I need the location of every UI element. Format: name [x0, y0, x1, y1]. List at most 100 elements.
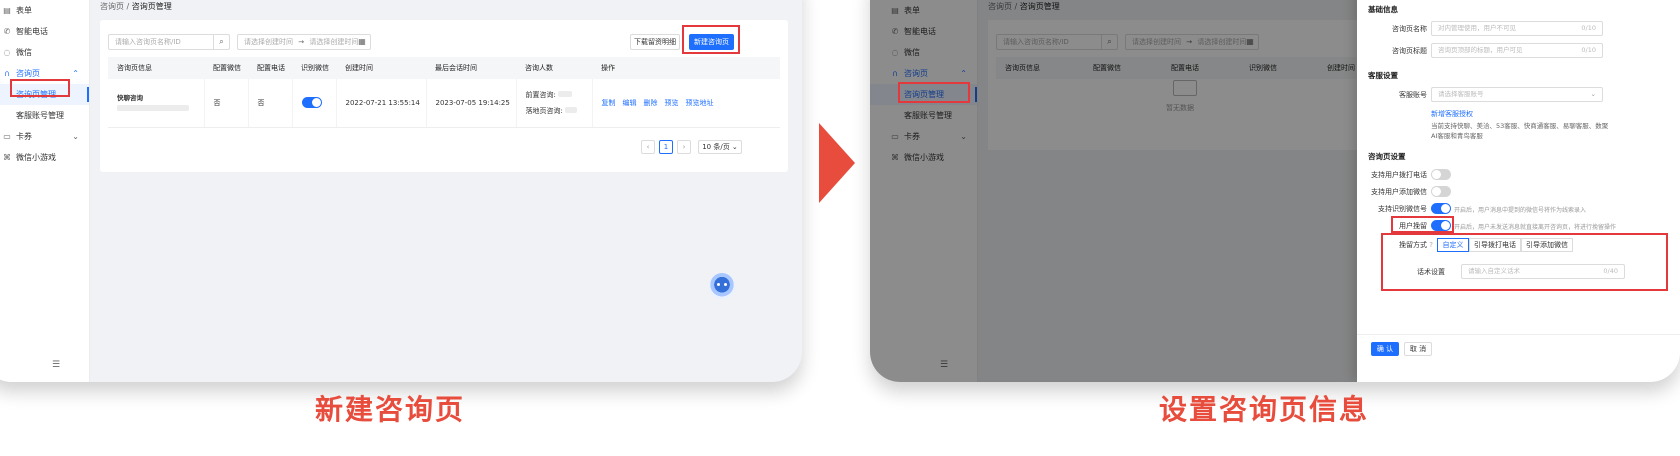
table-header-row: 咨询页信息 配置微信 配置电话 识别微信 创建时间 最后会话时间 咨询人数 操作: [108, 57, 780, 79]
table-header: 最后会话时间: [426, 57, 516, 79]
user-retention-toggle[interactable]: [1431, 220, 1451, 231]
card-icon: ▭: [3, 132, 11, 141]
add-service-auth-link[interactable]: 新增客服授权: [1431, 109, 1473, 119]
sidebar-item-consult[interactable]: ∩ 咨询页 ⌃: [0, 63, 89, 84]
table-header: 咨询页信息: [108, 57, 204, 79]
create-consult-page-button[interactable]: 新建咨询页: [689, 34, 734, 50]
page-title-input[interactable]: 咨询页顶部的标题，用户可见 0/10: [1431, 43, 1603, 58]
next-page-button[interactable]: ›: [677, 140, 691, 154]
sidebar-item-service-accounts[interactable]: 客服账号管理: [0, 105, 89, 126]
date-start-placeholder: 请选择创建时间: [244, 38, 293, 46]
chevron-up-icon: ⌃: [72, 69, 79, 78]
calendar-icon: ▦: [358, 37, 366, 46]
blurred-id: [117, 105, 189, 112]
table-header: 识别微信: [292, 57, 336, 79]
page-size-select[interactable]: 10 条/页 ⌄: [698, 140, 742, 154]
phone-icon: ✆: [3, 27, 11, 36]
char-count: 0/10: [1581, 24, 1596, 32]
download-records-button[interactable]: 下载留资明细: [630, 34, 680, 50]
settings-drawer: 基础信息 咨询页名称 对内管理使用，用户不可见 0/10 咨询页标题 咨询页顶部的…: [1357, 0, 1680, 382]
breadcrumb-root[interactable]: 咨询页: [100, 2, 124, 11]
custom-script-placeholder: 请输入自定义话术: [1468, 267, 1520, 275]
screenshot-create-page: ▤ 表单 ✆ 智能电话 ◌ 微信 ∩ 咨询页 ⌃ 咨询页管理 客服账号管理 ▭ 卡券 ⌄ ⌘ 微…: [0, 0, 802, 382]
table-row: 快聊咨询 否 否 2022-07-21 13:55:14 2023-07-05 …: [108, 79, 780, 128]
recognize-wechat-label: 支持识别微信号: [1378, 205, 1427, 213]
table-header: 配置微信: [204, 57, 248, 79]
consult-settings-title: 咨询页设置: [1368, 152, 1406, 161]
wechat-config-cell: 否: [204, 79, 249, 128]
edit-link[interactable]: 编辑: [623, 99, 637, 107]
search-icon[interactable]: ⌕: [213, 35, 229, 49]
date-range-picker[interactable]: 请选择创建时间 → 请选择创建时间 ▦: [237, 34, 371, 50]
retention-mode-custom[interactable]: 自定义: [1437, 238, 1469, 252]
retention-mode-add-wechat[interactable]: 引导添加微信: [1521, 238, 1573, 252]
user-retention-label: 用户挽留: [1399, 222, 1427, 230]
main-area: 咨询页 / 咨询页管理 请输入咨询页名称/ID ⌕ 请选择创建时间 → 请选择创建…: [90, 0, 802, 382]
recognize-wechat-toggle[interactable]: [1431, 203, 1451, 214]
service-account-select[interactable]: 请选择客服账号 ⌄: [1431, 87, 1603, 102]
sidebar-item-label: 客服账号管理: [16, 111, 64, 120]
front-consult-label: 前置咨询:: [525, 90, 556, 99]
allow-call-toggle[interactable]: [1431, 169, 1451, 180]
game-icon: ⌘: [3, 153, 11, 162]
search-input[interactable]: 请输入咨询页名称/ID ⌕: [108, 34, 230, 50]
actions-cell: 复制 编辑 删除 预览 预览地址: [592, 79, 780, 128]
consult-page-table: 咨询页信息 配置微信 配置电话 识别微信 创建时间 最后会话时间 咨询人数 操作: [108, 57, 780, 128]
headset-icon: ∩: [4, 69, 10, 78]
service-support-note: 当前支持快聊、美洽、53客服、快商通客服、易聊客服、数聚AI客服和青鸟客服: [1431, 122, 1609, 140]
last-session-cell: 2023-07-05 19:14:25: [426, 79, 517, 128]
help-icon[interactable]: ?: [1429, 241, 1433, 249]
created-time-cell: 2022-07-21 13:55:14: [336, 79, 427, 128]
caption-configure-page: 设置咨询页信息: [1159, 393, 1370, 426]
allow-add-wechat-label: 支持用户添加微信: [1371, 188, 1427, 196]
page-name: 快聊咨询: [117, 94, 143, 103]
date-range-arrow: →: [298, 38, 305, 46]
service-settings-title: 客服设置: [1368, 71, 1398, 80]
sidebar-item-label: 智能电话: [16, 27, 48, 36]
recognize-wechat-hint: 开启后，用户消息中提到的微信号将作为线索录入: [1454, 207, 1587, 214]
tutorial-canvas: ▤ 表单 ✆ 智能电话 ◌ 微信 ∩ 咨询页 ⌃ 咨询页管理 客服账号管理 ▭ 卡券 ⌄ ⌘ 微…: [0, 0, 1680, 456]
custom-script-input[interactable]: 请输入自定义话术 0/40: [1461, 264, 1625, 279]
copy-link[interactable]: 复制: [602, 99, 616, 107]
retention-mode-label: 挽留方式 ?: [1385, 240, 1433, 250]
next-step-arrow: [819, 123, 855, 203]
collapse-menu-icon[interactable]: ☰: [52, 360, 60, 370]
recognize-wechat-cell: [292, 79, 337, 128]
page-1-button[interactable]: 1: [659, 140, 673, 154]
sidebar-item-consult-manage[interactable]: 咨询页管理: [0, 84, 89, 105]
user-retention-hint: 开启后，用户未发送消息就直接离开咨询页，将进行挽留操作: [1454, 224, 1617, 231]
page-name-placeholder: 对内管理使用，用户不可见: [1438, 24, 1516, 32]
sidebar-item-coupons[interactable]: ▭ 卡券 ⌄: [0, 126, 89, 147]
modal-overlay[interactable]: [870, 0, 1357, 382]
table-header: 操作: [592, 57, 780, 79]
robot-assistant-icon[interactable]: [709, 273, 735, 299]
blurred-count: [565, 106, 578, 113]
consult-count-cell: 前置咨询: 落地页咨询:: [516, 79, 593, 128]
sidebar-item-wechat[interactable]: ◌ 微信: [0, 42, 89, 63]
list-card: 请输入咨询页名称/ID ⌕ 请选择创建时间 → 请选择创建时间 ▦ 下载留资明细 新…: [100, 20, 788, 172]
search-placeholder: 请输入咨询页名称/ID: [115, 38, 181, 46]
cancel-button[interactable]: 取 消: [1404, 342, 1432, 356]
title-label: 咨询页标题: [1392, 47, 1427, 55]
service-account-placeholder: 请选择客服账号: [1438, 90, 1484, 98]
sidebar-item-smart-phone[interactable]: ✆ 智能电话: [0, 21, 89, 42]
sidebar-nav: ▤ 表单 ✆ 智能电话 ◌ 微信 ∩ 咨询页 ⌃ 咨询页管理 客服账号管理 ▭ 卡券 ⌄ ⌘ 微…: [0, 0, 89, 168]
preview-url-link[interactable]: 预览地址: [686, 99, 714, 107]
recognize-wechat-toggle[interactable]: [301, 97, 322, 109]
page-name-input[interactable]: 对内管理使用，用户不可见 0/10: [1431, 21, 1603, 36]
sidebar-item-label: 咨询页管理: [16, 90, 56, 99]
table-header: 咨询人数: [516, 57, 592, 79]
sidebar-item-form[interactable]: ▤ 表单: [0, 0, 89, 21]
front-consult-count: 前置咨询:: [526, 90, 592, 100]
preview-link[interactable]: 预览: [665, 99, 679, 107]
allow-add-wechat-toggle[interactable]: [1431, 186, 1451, 197]
chevron-down-icon: ⌄: [72, 132, 79, 141]
prev-page-button[interactable]: ‹: [641, 140, 655, 154]
sidebar-item-label: 卡券: [16, 132, 32, 141]
sidebar-item-mini-game[interactable]: ⌘ 微信小游戏: [0, 147, 89, 168]
page-info-cell: 快聊咨询: [108, 79, 205, 128]
wechat-icon: ◌: [3, 48, 11, 57]
confirm-button[interactable]: 确 认: [1371, 342, 1399, 356]
delete-link[interactable]: 删除: [644, 99, 658, 107]
retention-mode-call[interactable]: 引导拨打电话: [1469, 238, 1521, 252]
